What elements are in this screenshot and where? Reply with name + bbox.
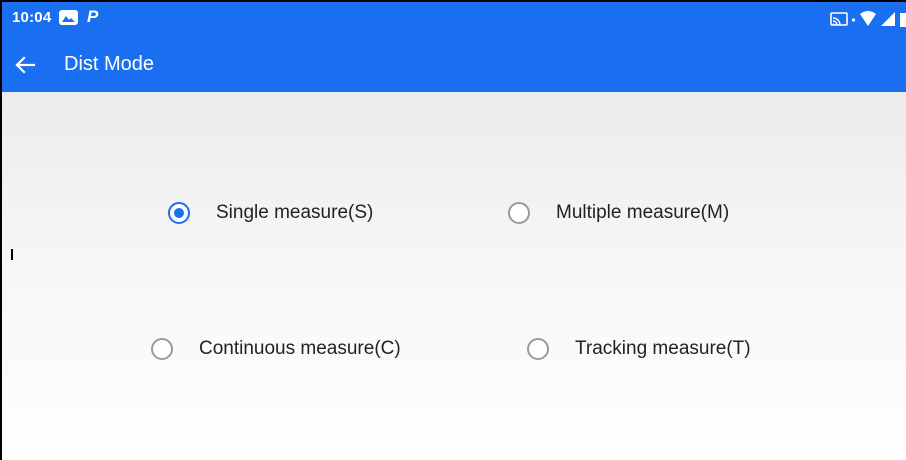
option-continuous-measure[interactable]: Continuous measure(C)	[151, 332, 401, 366]
radio-button[interactable]	[508, 202, 530, 224]
battery-icon	[900, 13, 906, 27]
status-bar: 10:04 P	[2, 2, 906, 38]
back-button[interactable]	[12, 52, 38, 78]
status-time: 10:04	[12, 9, 52, 26]
edge-marker	[11, 249, 13, 260]
option-label: Continuous measure(C)	[199, 338, 401, 359]
cast-icon	[830, 12, 848, 26]
wifi-icon	[860, 11, 876, 26]
radio-button[interactable]	[151, 338, 173, 360]
option-label: Tracking measure(T)	[575, 338, 751, 359]
signal-icon	[881, 12, 895, 26]
dot-icon	[851, 18, 856, 22]
parking-icon: P	[87, 7, 99, 26]
screen: 10:04 P Dist Mode Single measure(S) Mult…	[0, 0, 906, 460]
app-bar: Dist Mode	[2, 38, 906, 92]
option-multiple-measure[interactable]: Multiple measure(M)	[508, 196, 729, 230]
dist-mode-options: Single measure(S) Multiple measure(M) Co…	[2, 92, 906, 460]
option-label: Multiple measure(M)	[556, 202, 730, 223]
gallery-icon	[59, 10, 78, 25]
option-single-measure[interactable]: Single measure(S)	[168, 196, 373, 230]
radio-button[interactable]	[527, 338, 549, 360]
arrow-left-icon	[15, 56, 35, 74]
option-tracking-measure[interactable]: Tracking measure(T)	[527, 332, 751, 366]
radio-button-checked[interactable]	[168, 202, 190, 224]
option-label: Single measure(S)	[216, 202, 374, 223]
page-title: Dist Mode	[64, 53, 155, 75]
status-icons	[830, 10, 906, 28]
